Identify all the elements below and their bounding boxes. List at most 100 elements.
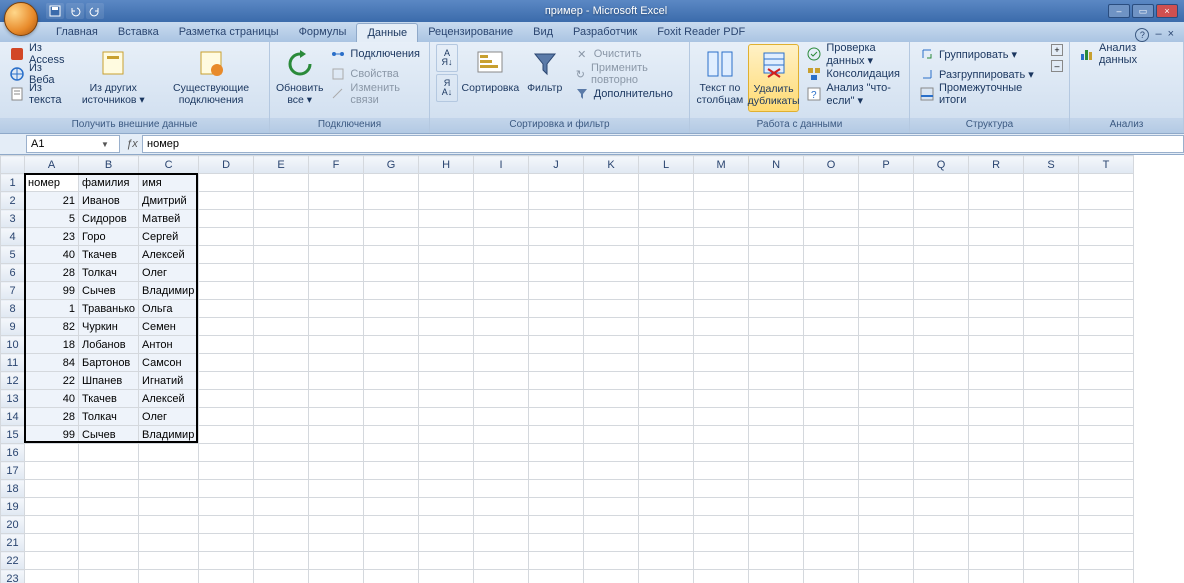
cell[interactable]: Шпанев — [79, 372, 139, 390]
close-button[interactable]: × — [1156, 4, 1178, 18]
remove-duplicates-button[interactable]: Удалить дубликаты — [748, 44, 800, 112]
cell[interactable] — [914, 444, 969, 462]
cell[interactable] — [804, 570, 859, 583]
cell[interactable] — [639, 372, 694, 390]
cell[interactable] — [1079, 534, 1134, 552]
cell[interactable] — [749, 174, 804, 192]
cell[interactable] — [804, 408, 859, 426]
row-header[interactable]: 18 — [1, 480, 25, 498]
cell[interactable] — [364, 498, 419, 516]
row-header[interactable]: 15 — [1, 426, 25, 444]
cell[interactable] — [749, 300, 804, 318]
cell[interactable] — [529, 300, 584, 318]
ribbon-close-icon[interactable]: × — [1168, 28, 1174, 42]
cell[interactable] — [914, 300, 969, 318]
cell[interactable] — [474, 210, 529, 228]
cell[interactable] — [639, 354, 694, 372]
cell[interactable]: 5 — [25, 210, 79, 228]
cell[interactable] — [254, 300, 309, 318]
row-header[interactable]: 6 — [1, 264, 25, 282]
cell[interactable] — [639, 498, 694, 516]
column-header-A[interactable]: A — [25, 156, 79, 174]
cell[interactable]: 18 — [25, 336, 79, 354]
cell[interactable] — [1024, 570, 1079, 583]
cell[interactable] — [254, 174, 309, 192]
cell[interactable] — [914, 498, 969, 516]
cell[interactable] — [419, 336, 474, 354]
cell[interactable] — [694, 426, 749, 444]
cell[interactable] — [914, 372, 969, 390]
cell[interactable] — [199, 570, 254, 583]
cell[interactable] — [79, 570, 139, 583]
sort-asc-button[interactable]: АЯ↓ — [436, 44, 458, 72]
cell[interactable] — [474, 228, 529, 246]
help-icon[interactable]: ? — [1135, 28, 1149, 42]
cell[interactable] — [969, 462, 1024, 480]
cell[interactable]: 23 — [25, 228, 79, 246]
cell[interactable] — [199, 210, 254, 228]
edit-links-button[interactable]: Изменить связи — [327, 84, 423, 104]
cell[interactable] — [364, 534, 419, 552]
cell[interactable]: 99 — [25, 426, 79, 444]
row-header[interactable]: 5 — [1, 246, 25, 264]
text-to-columns-button[interactable]: Текст по столбцам — [696, 44, 744, 110]
row-header[interactable]: 1 — [1, 174, 25, 192]
cell[interactable] — [969, 210, 1024, 228]
minimize-button[interactable]: – — [1108, 4, 1130, 18]
cell[interactable] — [419, 390, 474, 408]
cell[interactable] — [139, 462, 199, 480]
cell[interactable]: Горо — [79, 228, 139, 246]
cell[interactable] — [25, 516, 79, 534]
data-analysis-button[interactable]: Анализ данных — [1076, 44, 1177, 64]
cell[interactable] — [969, 552, 1024, 570]
cell[interactable] — [79, 516, 139, 534]
qat-redo-icon[interactable] — [86, 3, 104, 19]
sort-button[interactable]: Сортировка — [462, 44, 519, 98]
cell[interactable] — [694, 408, 749, 426]
cell[interactable] — [914, 426, 969, 444]
cell[interactable] — [804, 336, 859, 354]
cell[interactable] — [79, 444, 139, 462]
cell[interactable] — [859, 228, 914, 246]
row-header[interactable]: 7 — [1, 282, 25, 300]
cell[interactable] — [309, 300, 364, 318]
cell[interactable]: 40 — [25, 246, 79, 264]
cell[interactable] — [584, 282, 639, 300]
row-header[interactable]: 2 — [1, 192, 25, 210]
cell[interactable] — [1024, 516, 1079, 534]
cell[interactable] — [1024, 174, 1079, 192]
cell[interactable] — [529, 336, 584, 354]
cell[interactable] — [694, 444, 749, 462]
cell[interactable] — [309, 498, 364, 516]
tab-разметка-страницы[interactable]: Разметка страницы — [169, 23, 289, 42]
cell[interactable] — [529, 390, 584, 408]
cell[interactable] — [584, 174, 639, 192]
cell[interactable]: Лобанов — [79, 336, 139, 354]
from-text-button[interactable]: Из текста — [6, 84, 67, 104]
cell[interactable] — [474, 444, 529, 462]
cell[interactable] — [804, 462, 859, 480]
cell[interactable] — [584, 390, 639, 408]
cell[interactable] — [25, 552, 79, 570]
cell[interactable] — [199, 498, 254, 516]
row-header[interactable]: 19 — [1, 498, 25, 516]
cell[interactable] — [749, 408, 804, 426]
cell[interactable] — [969, 408, 1024, 426]
cell[interactable] — [584, 462, 639, 480]
cell[interactable] — [419, 264, 474, 282]
cell[interactable] — [804, 534, 859, 552]
cell[interactable] — [529, 552, 584, 570]
filter-button[interactable]: Фильтр — [523, 44, 567, 98]
cell[interactable] — [199, 444, 254, 462]
cell[interactable] — [474, 192, 529, 210]
cell[interactable] — [364, 318, 419, 336]
cell[interactable] — [639, 318, 694, 336]
collapse-icon[interactable]: – — [1051, 60, 1063, 72]
cell[interactable] — [804, 192, 859, 210]
maximize-button[interactable]: ▭ — [1132, 4, 1154, 18]
cell[interactable] — [1024, 534, 1079, 552]
cell[interactable] — [419, 516, 474, 534]
cell[interactable] — [859, 318, 914, 336]
cell[interactable] — [584, 210, 639, 228]
cell[interactable] — [529, 444, 584, 462]
